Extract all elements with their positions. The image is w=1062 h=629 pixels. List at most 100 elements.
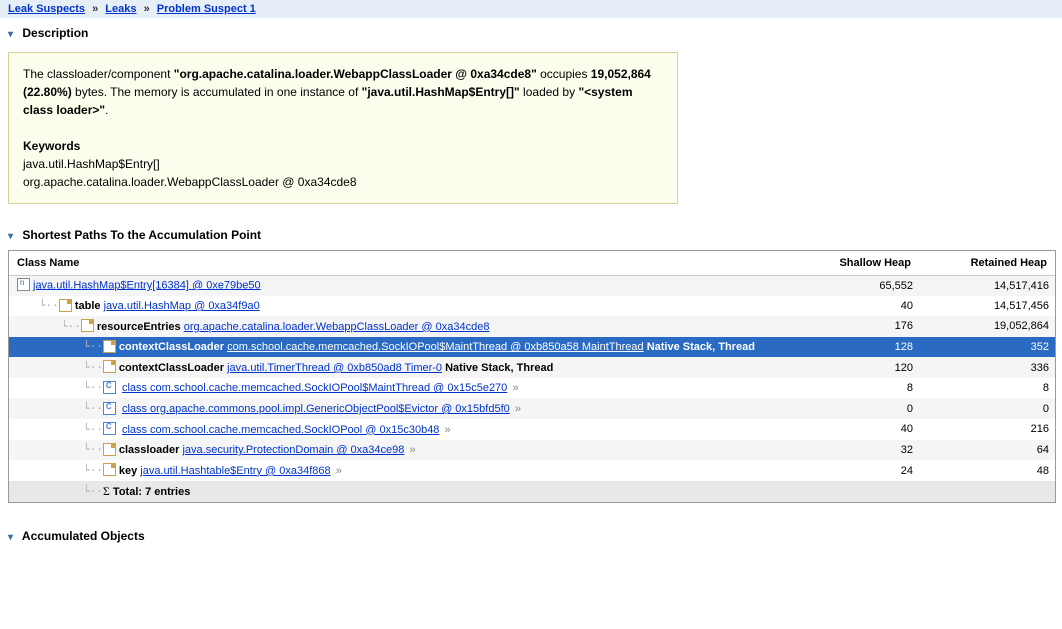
tree-connector: └·· (83, 381, 103, 394)
object-icon (59, 299, 72, 312)
table-row[interactable]: └·· key java.util.Hashtable$Entry @ 0xa34… (9, 460, 1055, 481)
object-link[interactable]: class com.school.cache.memcached.SockIOP… (122, 424, 440, 436)
object-icon (103, 340, 116, 353)
shallow-heap-value: 65,552 (803, 276, 919, 296)
collapse-toggle-icon[interactable]: ▾ (8, 29, 13, 40)
object-icon (103, 360, 116, 373)
table-row[interactable]: java.util.HashMap$Entry[16384] @ 0xe79be… (9, 276, 1055, 296)
col-retained-heap[interactable]: Retained Heap (919, 251, 1055, 276)
object-link[interactable]: class org.apache.commons.pool.impl.Gener… (122, 403, 510, 415)
shallow-heap-value: 0 (803, 398, 919, 419)
tree-connector: └·· (61, 320, 81, 333)
object-icon (81, 319, 94, 332)
desc-classloader: "org.apache.catalina.loader.WebappClassL… (174, 67, 537, 81)
shallow-heap-value: 32 (803, 440, 919, 461)
tree-connector: └·· (83, 485, 103, 498)
shallow-heap-value (803, 481, 919, 503)
desc-text: . (105, 103, 108, 117)
follow-arrow-icon[interactable]: » (512, 382, 518, 394)
keyword: org.apache.catalina.loader.WebappClassLo… (23, 175, 357, 189)
shortest-paths-table-wrap: Class Name Shallow Heap Retained Heap ja… (8, 250, 1056, 503)
breadcrumb-sep: » (144, 3, 150, 15)
tree-connector: └·· (83, 402, 103, 415)
collapse-toggle-icon[interactable]: ▾ (8, 532, 13, 543)
row-prefix: classloader (119, 444, 183, 456)
array-icon (17, 278, 30, 291)
section-shortest-paths-header: ▾ Shortest Paths To the Accumulation Poi… (0, 220, 1062, 246)
follow-arrow-icon[interactable]: » (409, 444, 415, 456)
shallow-heap-value: 40 (803, 296, 919, 317)
shallow-heap-value: 120 (803, 357, 919, 378)
object-link[interactable]: java.util.HashMap$Entry[16384] @ 0xe79be… (33, 279, 261, 291)
section-title: Shortest Paths To the Accumulation Point (22, 228, 261, 242)
shortest-paths-table: Class Name Shallow Heap Retained Heap ja… (9, 251, 1055, 502)
row-prefix: key (119, 465, 140, 477)
follow-arrow-icon[interactable]: » (515, 403, 521, 415)
table-row[interactable]: └·· class org.apache.commons.pool.impl.G… (9, 398, 1055, 419)
row-prefix: resourceEntries (97, 321, 184, 333)
follow-arrow-icon[interactable]: » (336, 465, 342, 477)
object-link[interactable]: com.school.cache.memcached.SockIOPool$Ma… (227, 341, 644, 353)
class-icon (103, 402, 116, 415)
object-link[interactable]: class com.school.cache.memcached.SockIOP… (122, 382, 507, 394)
object-icon (103, 463, 116, 476)
tree-connector: └·· (83, 464, 103, 477)
table-row[interactable]: └·· classloader java.security.ProtectionD… (9, 440, 1055, 461)
total-row: └··Σ Total: 7 entries (9, 481, 1055, 503)
row-prefix: table (75, 300, 104, 312)
section-accumulated-header: ▾ Accumulated Objects (0, 521, 1062, 547)
breadcrumb: Leak Suspects » Leaks » Problem Suspect … (0, 0, 1062, 18)
tree-connector: └·· (39, 299, 59, 312)
row-suffix: Native Stack, Thread (442, 362, 553, 374)
section-description-header: ▾ Description (0, 18, 1062, 44)
shallow-heap-value: 8 (803, 378, 919, 399)
retained-heap-value: 216 (919, 419, 1055, 440)
table-row[interactable]: └·· class com.school.cache.memcached.Soc… (9, 419, 1055, 440)
section-title: Accumulated Objects (22, 529, 145, 543)
section-title: Description (22, 26, 88, 40)
table-row[interactable]: └·· contextClassLoader com.school.cache.m… (9, 337, 1055, 358)
keywords-label: Keywords (23, 139, 80, 153)
follow-arrow-icon[interactable]: » (445, 424, 451, 436)
sigma-icon: Σ (103, 484, 110, 498)
shallow-heap-value: 40 (803, 419, 919, 440)
object-icon (103, 443, 116, 456)
col-class-name[interactable]: Class Name (9, 251, 803, 276)
shallow-heap-value: 176 (803, 316, 919, 337)
tree-connector: └·· (83, 361, 103, 374)
row-suffix: Native Stack, Thread (644, 341, 755, 353)
collapse-toggle-icon[interactable]: ▾ (8, 231, 13, 242)
object-link[interactable]: java.util.HashMap @ 0xa34f9a0 (104, 300, 260, 312)
desc-text: The classloader/component (23, 67, 174, 81)
col-shallow-heap[interactable]: Shallow Heap (803, 251, 919, 276)
table-row[interactable]: └·· table java.util.HashMap @ 0xa34f9a0 40… (9, 296, 1055, 317)
object-link[interactable]: org.apache.catalina.loader.WebappClassLo… (184, 321, 490, 333)
breadcrumb-problem-suspect-1[interactable]: Problem Suspect 1 (157, 3, 256, 15)
table-row[interactable]: └·· class com.school.cache.memcached.Soc… (9, 378, 1055, 399)
row-prefix: contextClassLoader (119, 362, 227, 374)
object-link[interactable]: java.util.TimerThread @ 0xb850ad8 Timer-… (227, 362, 442, 374)
breadcrumb-sep: » (92, 3, 98, 15)
breadcrumb-leak-suspects[interactable]: Leak Suspects (8, 3, 85, 15)
desc-text: loaded by (520, 85, 579, 99)
tree-connector: └·· (83, 340, 103, 353)
row-prefix: contextClassLoader (119, 341, 227, 353)
class-icon (103, 381, 116, 394)
retained-heap-value: 14,517,416 (919, 276, 1055, 296)
retained-heap-value: 8 (919, 378, 1055, 399)
table-row[interactable]: └·· resourceEntries org.apache.catalina.l… (9, 316, 1055, 337)
retained-heap-value (919, 481, 1055, 503)
retained-heap-value: 14,517,456 (919, 296, 1055, 317)
breadcrumb-leaks[interactable]: Leaks (105, 3, 136, 15)
tree-connector: └·· (83, 443, 103, 456)
total-label: Total: 7 entries (113, 486, 190, 498)
retained-heap-value: 336 (919, 357, 1055, 378)
keyword: java.util.HashMap$Entry[] (23, 157, 160, 171)
object-link[interactable]: java.util.Hashtable$Entry @ 0xa34f868 (140, 465, 330, 477)
retained-heap-value: 0 (919, 398, 1055, 419)
retained-heap-value: 19,052,864 (919, 316, 1055, 337)
object-link[interactable]: java.security.ProtectionDomain @ 0xa34ce… (182, 444, 404, 456)
retained-heap-value: 48 (919, 460, 1055, 481)
table-row[interactable]: └·· contextClassLoader java.util.TimerThr… (9, 357, 1055, 378)
retained-heap-value: 64 (919, 440, 1055, 461)
